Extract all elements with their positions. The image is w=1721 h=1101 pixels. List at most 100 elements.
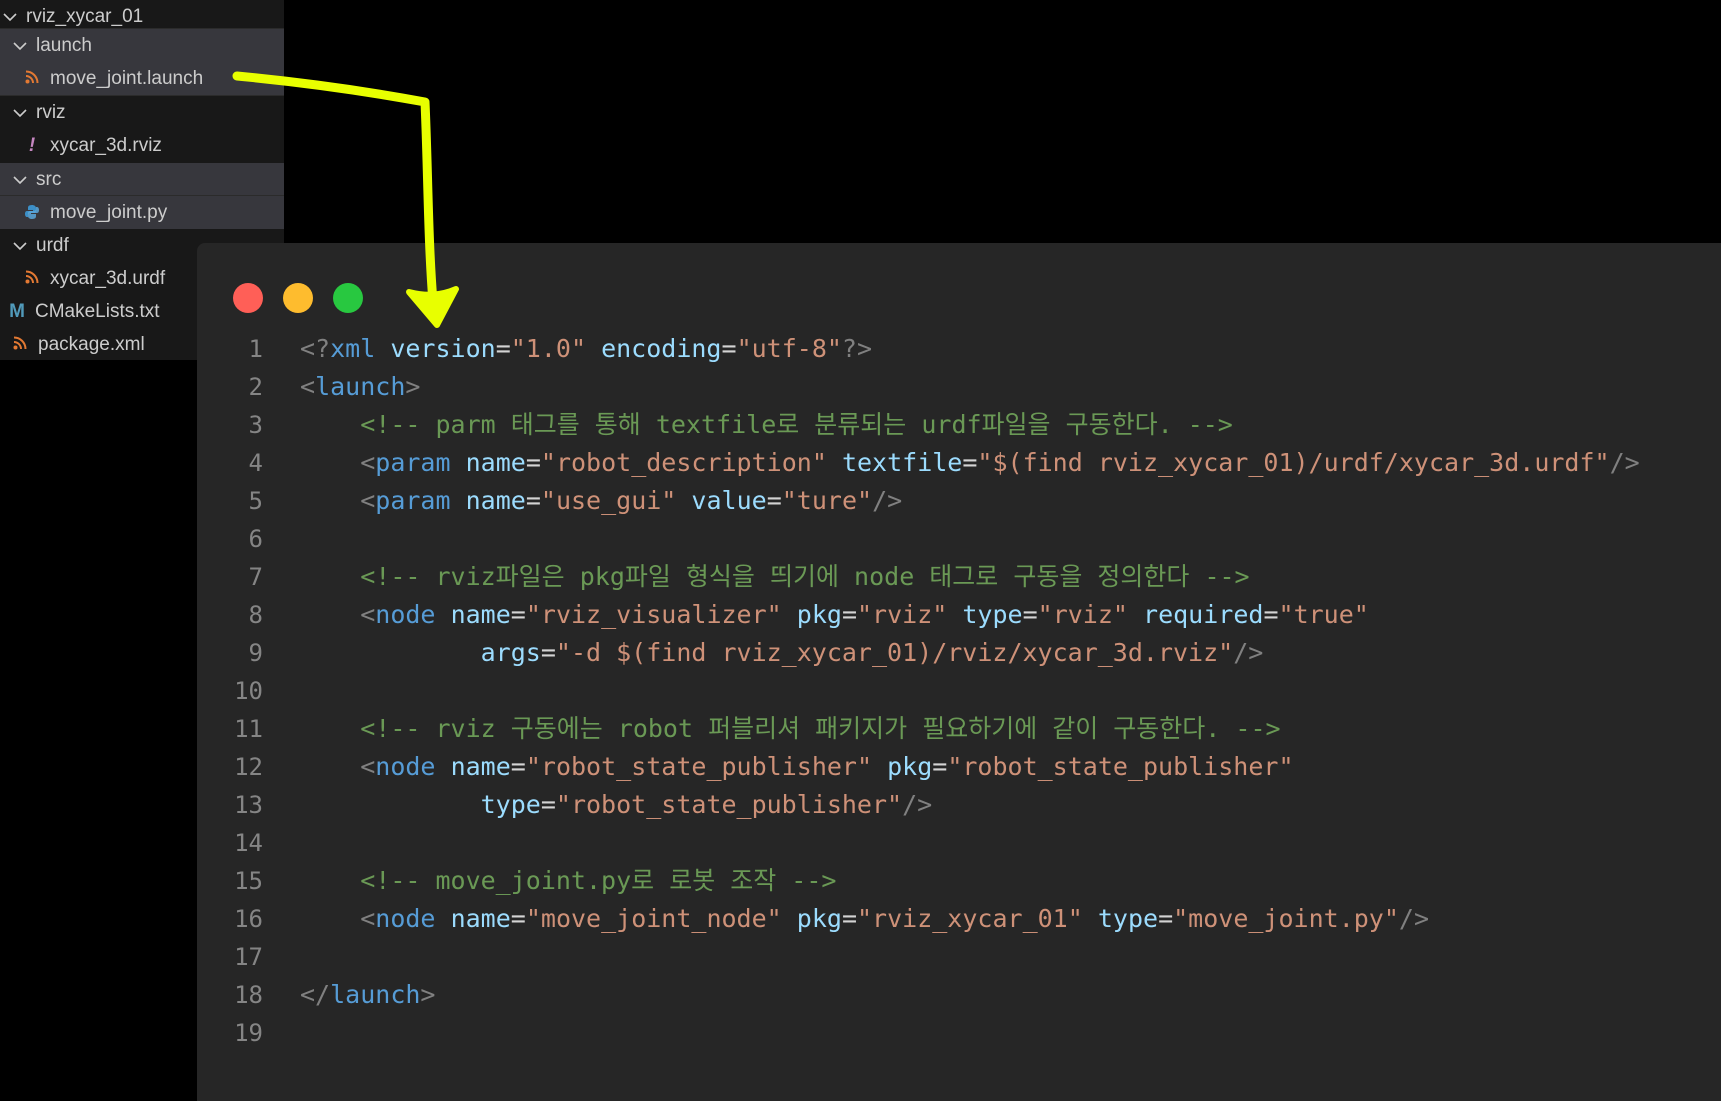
code-token-punc: < xyxy=(300,372,316,401)
code-token-eq: = xyxy=(721,334,737,363)
code-line[interactable]: 15 <!-- move_joint.py로 로봇 조작 --> xyxy=(197,862,1721,900)
code-token-tag: node xyxy=(375,904,436,933)
line-number: 19 xyxy=(234,1019,263,1047)
tree-label: CMakeLists.txt xyxy=(35,300,160,322)
line-number: 3 xyxy=(248,411,263,439)
code-line[interactable]: 6 xyxy=(197,520,1721,558)
line-number: 5 xyxy=(248,487,263,515)
code-token-punc: < xyxy=(360,448,376,477)
code-token-eq: = xyxy=(495,334,511,363)
tree-label: rviz_xycar_01 xyxy=(26,5,144,27)
code-line[interactable]: 8 <node name="rviz_visualizer" pkg="rviz… xyxy=(197,596,1721,634)
code-line[interactable]: 4 <param name="robot_description" textfi… xyxy=(197,444,1721,482)
tree-folder-launch[interactable]: launch xyxy=(0,29,284,62)
tree-file-move-joint-py[interactable]: move_joint.py xyxy=(0,196,284,229)
tree-label: rviz xyxy=(36,101,66,123)
code-text: <param name="robot_description" textfile… xyxy=(300,444,1639,482)
code-text: <!-- rviz 구동에는 robot 퍼블리셔 패키지가 필요하기에 같이 … xyxy=(300,710,1281,748)
close-dot-icon[interactable] xyxy=(233,283,263,313)
tree-file-move-joint-launch[interactable]: move_joint.launch xyxy=(0,62,284,95)
code-token-punc: /> xyxy=(1233,638,1264,667)
code-token-str: "use_gui" xyxy=(540,486,677,515)
code-token-punc: /> xyxy=(902,790,933,819)
code-token-attr: name xyxy=(450,752,511,781)
maximize-dot-icon[interactable] xyxy=(333,283,363,313)
line-number: 18 xyxy=(234,981,263,1009)
code-token-eq: = xyxy=(841,904,857,933)
code-line[interactable]: 18 </launch> xyxy=(197,976,1721,1014)
code-line[interactable]: 9 args="-d $(find rviz_xycar_01)/rviz/xy… xyxy=(197,634,1721,672)
code-token-eq: = xyxy=(540,638,556,667)
code-line[interactable]: 16 <node name="move_joint_node" pkg="rvi… xyxy=(197,900,1721,938)
chevron-down-icon[interactable] xyxy=(12,172,28,188)
code-token-str: "ture" xyxy=(781,486,873,515)
tree-label: move_joint.launch xyxy=(50,67,204,89)
code-token-str: "robot_state_publisher" xyxy=(555,790,903,819)
code-line[interactable]: 14 xyxy=(197,824,1721,862)
code-line[interactable]: 1 <?xml version="1.0" encoding="utf-8"?> xyxy=(197,330,1721,368)
line-number: 10 xyxy=(234,677,263,705)
code-token-com: <!-- rviz 구동에는 robot 퍼블리셔 패키지가 필요하기에 같이 … xyxy=(360,714,1281,743)
code-token-tag: xml xyxy=(330,334,376,363)
rss-icon xyxy=(12,336,28,354)
exclamation-icon: ! xyxy=(28,134,36,156)
m-icon: M xyxy=(9,300,25,322)
code-line[interactable]: 7 <!-- rviz파일은 pkg파일 형식을 띄기에 node 태그로 구동… xyxy=(197,558,1721,596)
code-editor[interactable]: 1 <?xml version="1.0" encoding="utf-8"?> 2… xyxy=(197,330,1721,1052)
line-number: 7 xyxy=(248,563,263,591)
code-line[interactable]: 13 type="robot_state_publisher"/> xyxy=(197,786,1721,824)
rss-icon xyxy=(24,270,40,288)
line-number: 6 xyxy=(248,525,263,553)
code-line[interactable]: 11 <!-- rviz 구동에는 robot 퍼블리셔 패키지가 필요하기에 … xyxy=(197,710,1721,748)
code-token-str: "-d $(find rviz_xycar_01)/rviz/xycar_3d.… xyxy=(555,638,1234,667)
code-token-eq: = xyxy=(1263,600,1279,629)
line-number: 2 xyxy=(248,373,263,401)
code-token-attr: pkg xyxy=(887,752,933,781)
code-text: <node name="robot_state_publisher" pkg="… xyxy=(300,748,1294,786)
minimize-dot-icon[interactable] xyxy=(283,283,313,313)
code-text: <?xml version="1.0" encoding="utf-8"?> xyxy=(300,330,872,368)
code-token-eq: = xyxy=(510,752,526,781)
python-icon xyxy=(24,204,40,222)
code-token-attr: name xyxy=(450,904,511,933)
code-line[interactable]: 19 xyxy=(197,1014,1721,1052)
chevron-down-icon[interactable] xyxy=(12,105,28,121)
code-line[interactable]: 17 xyxy=(197,938,1721,976)
code-text: <!-- move_joint.py로 로봇 조작 --> xyxy=(300,862,836,900)
tree-folder-src[interactable]: src xyxy=(0,163,284,196)
code-token-str: "rviz_visualizer" xyxy=(525,600,782,629)
tree-file-xycar-3d-rviz[interactable]: ! xycar_3d.rviz xyxy=(0,129,284,162)
code-text: type="robot_state_publisher"/> xyxy=(300,786,933,824)
code-token-eq: = xyxy=(841,600,857,629)
code-line[interactable]: 12 <node name="robot_state_publisher" pk… xyxy=(197,748,1721,786)
code-line[interactable]: 3 <!-- parm 태그를 통해 textfile로 분류되는 urdf파일… xyxy=(197,406,1721,444)
code-token-com: <!-- parm 태그를 통해 textfile로 분류되는 urdf파일을 … xyxy=(360,410,1233,439)
code-token-str: "robot_state_publisher" xyxy=(947,752,1294,781)
code-token-tag: param xyxy=(375,448,451,477)
line-number: 16 xyxy=(234,905,263,933)
code-line[interactable]: 5 <param name="use_gui" value="ture"/> xyxy=(197,482,1721,520)
line-number: 4 xyxy=(248,449,263,477)
chevron-down-icon[interactable] xyxy=(12,38,28,54)
chevron-down-icon[interactable] xyxy=(2,9,18,25)
chevron-down-icon[interactable] xyxy=(12,238,28,254)
tree-label: move_joint.py xyxy=(50,201,168,223)
code-token-str: "move_joint_node" xyxy=(525,904,782,933)
code-line[interactable]: 2 <launch> xyxy=(197,368,1721,406)
tree-label: src xyxy=(36,168,62,190)
code-line[interactable]: 10 xyxy=(197,672,1721,710)
code-token-eq: = xyxy=(510,600,526,629)
code-token-punc: < xyxy=(360,486,376,515)
code-token-attr: version xyxy=(390,334,496,363)
code-token-tag: node xyxy=(375,752,436,781)
tree-folder-rviz[interactable]: rviz xyxy=(0,96,284,129)
code-token-punc: < xyxy=(360,752,376,781)
